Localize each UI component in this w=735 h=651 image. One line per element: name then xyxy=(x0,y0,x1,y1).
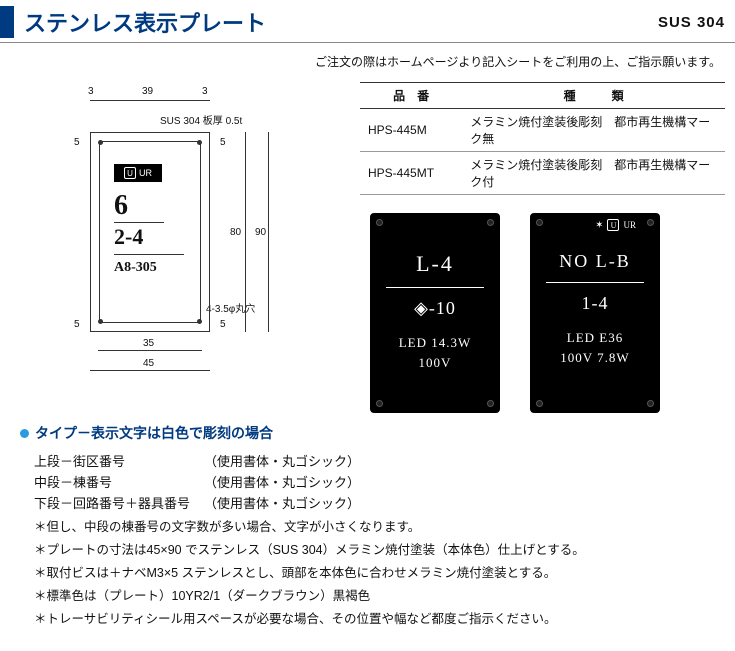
hole-tr-icon xyxy=(197,140,202,145)
dim-line-45 xyxy=(90,370,210,371)
hole-icon xyxy=(376,400,383,407)
dim-5-tl: 5 xyxy=(74,137,80,148)
dim-90: 90 xyxy=(255,227,266,238)
table-row: HPS-445M メラミン焼付塗装後彫刻 都市再生機構マーク無 xyxy=(360,109,725,152)
plate-line-bottom: A8-305 xyxy=(114,260,157,276)
dim-line-right-90 xyxy=(268,132,269,332)
dim-line-35 xyxy=(98,350,202,351)
type-row-label: 上段－街区番号 xyxy=(34,451,204,470)
sample-plate-left: L-4 ◈-10 LED 14.3W 100V xyxy=(370,213,500,413)
ur-band-text: UR xyxy=(139,168,152,178)
ur-text: UR xyxy=(623,220,636,230)
hole-br-icon xyxy=(197,319,202,324)
plate-line-mid: 2-4 xyxy=(114,224,143,250)
cell-code: HPS-445M xyxy=(360,109,462,152)
plate-line-top: 6 xyxy=(114,190,128,222)
type-note: ＊標準色は（プレート）10YR2/1（ダークブラウン）黒褐色 xyxy=(34,585,715,604)
plate-divider-1 xyxy=(114,222,164,223)
dim-3-right: 3 xyxy=(202,86,208,97)
dim-35: 35 xyxy=(143,338,154,349)
star-icon: ✶ xyxy=(595,220,603,231)
ur-mark-icon: U xyxy=(607,219,619,231)
page-header: ステンレス表示プレート SUS 304 xyxy=(0,0,735,43)
plate-inner: U UR 6 2-4 A8-305 xyxy=(99,141,201,323)
hole-icon xyxy=(536,219,543,226)
dim-5-tr: 5 xyxy=(220,137,226,148)
type-note: ＊取付ビスは＋ナベM3×5 ステンレスとし、頭部を本体色に合わせメラミン焼付塗装… xyxy=(34,562,715,581)
sample-row3: LED 14.3W xyxy=(378,335,492,351)
type-row: 中段－棟番号 （使用書体・丸ゴシック） xyxy=(34,472,715,491)
type-row-value: （使用書体・丸ゴシック） xyxy=(204,472,360,491)
hole-icon xyxy=(647,219,654,226)
dim-39: 39 xyxy=(142,86,153,97)
type-heading: タイプ－表示文字は白色で彫刻の場合 xyxy=(20,423,715,443)
type-row-label: 中段－棟番号 xyxy=(34,472,204,491)
plate-divider-2 xyxy=(114,254,184,255)
dim-45: 45 xyxy=(143,358,154,369)
ur-mark-icon: U xyxy=(124,167,136,179)
bullet-icon xyxy=(20,429,29,438)
hole-icon xyxy=(536,400,543,407)
sample-row1: NO L-B xyxy=(538,251,652,272)
order-note: ご注文の際はホームページより記入シートをご利用の上、ご指示願います。 xyxy=(0,53,721,70)
hole-bl-icon xyxy=(98,319,103,324)
cell-code: HPS-445MT xyxy=(360,152,462,195)
cell-type: メラミン焼付塗装後彫刻 都市再生機構マーク付 xyxy=(462,152,725,195)
header-left: ステンレス表示プレート xyxy=(0,6,266,38)
dim-3-left: 3 xyxy=(88,86,94,97)
type-section: タイプ－表示文字は白色で彫刻の場合 上段－街区番号 （使用書体・丸ゴシック） 中… xyxy=(0,413,735,651)
sample-plate-right: ✶ U UR NO L-B 1-4 LED E36 100V 7.8W xyxy=(530,213,660,413)
right-column: 品 番 種 類 HPS-445M メラミン焼付塗装後彫刻 都市再生機構マーク無 … xyxy=(360,82,725,413)
hole-note: 4-3.5φ丸穴 xyxy=(206,300,255,315)
ur-band: U UR xyxy=(114,164,162,182)
hole-icon xyxy=(487,219,494,226)
type-row-value: （使用書体・丸ゴシック） xyxy=(204,493,360,512)
type-note: ＊プレートの寸法は45×90 でステンレス（SUS 304）メラミン焼付塗装（本… xyxy=(34,539,715,558)
plate-diagram: 3 39 3 SUS 304 板厚 0.5t 5 80 90 5 5 5 35 … xyxy=(30,82,350,372)
hole-icon xyxy=(376,219,383,226)
sample-plates: L-4 ◈-10 LED 14.3W 100V ✶ U UR NO L-B 1-… xyxy=(360,213,725,413)
type-note: ＊但し、中段の棟番号の文字数が多い場合、文字が小さくなります。 xyxy=(34,516,715,535)
th-type: 種 類 xyxy=(462,83,725,109)
content-row: 3 39 3 SUS 304 板厚 0.5t 5 80 90 5 5 5 35 … xyxy=(0,82,735,413)
hole-tl-icon xyxy=(98,140,103,145)
hole-icon xyxy=(487,400,494,407)
dim-5-br: 5 xyxy=(220,319,226,330)
material-note: SUS 304 板厚 0.5t xyxy=(160,112,242,127)
th-code: 品 番 xyxy=(360,83,462,109)
type-row-label: 下段－回路番号＋器具番号 xyxy=(34,493,204,512)
plate-outline: U UR 6 2-4 A8-305 xyxy=(90,132,210,332)
table-row: HPS-445MT メラミン焼付塗装後彫刻 都市再生機構マーク付 xyxy=(360,152,725,195)
diagram-column: 3 39 3 SUS 304 板厚 0.5t 5 80 90 5 5 5 35 … xyxy=(10,82,360,413)
dim-5-bl: 5 xyxy=(74,319,80,330)
type-heading-text: タイプ－表示文字は白色で彫刻の場合 xyxy=(35,423,273,443)
type-row-value: （使用書体・丸ゴシック） xyxy=(204,451,360,470)
type-row: 上段－街区番号 （使用書体・丸ゴシック） xyxy=(34,451,715,470)
sample-row2: ◈-10 xyxy=(378,298,492,319)
dim-line-top xyxy=(90,100,210,101)
type-row: 下段－回路番号＋器具番号 （使用書体・丸ゴシック） xyxy=(34,493,715,512)
hole-icon xyxy=(647,400,654,407)
sample-row3: LED E36 xyxy=(538,330,652,346)
sample-row2: 1-4 xyxy=(538,293,652,314)
material-spec: SUS 304 xyxy=(658,14,725,31)
cell-type: メラミン焼付塗装後彫刻 都市再生機構マーク無 xyxy=(462,109,725,152)
sample-row1: L-4 xyxy=(378,251,492,277)
sample-row4: 100V xyxy=(378,355,492,371)
dim-line-right-80 xyxy=(245,132,246,332)
header-accent-bar xyxy=(0,6,14,38)
dim-80: 80 xyxy=(230,227,241,238)
sample-divider xyxy=(546,282,644,283)
product-table: 品 番 種 類 HPS-445M メラミン焼付塗装後彫刻 都市再生機構マーク無 … xyxy=(360,82,725,195)
type-note: ＊トレーサビリティシール用スペースが必要な場合、その位置や幅など都度ご指示くださ… xyxy=(34,608,715,627)
sample-row4: 100V 7.8W xyxy=(538,350,652,366)
ur-logo: ✶ U UR xyxy=(595,219,636,231)
sample-divider xyxy=(386,287,484,288)
page-title: ステンレス表示プレート xyxy=(24,6,266,38)
